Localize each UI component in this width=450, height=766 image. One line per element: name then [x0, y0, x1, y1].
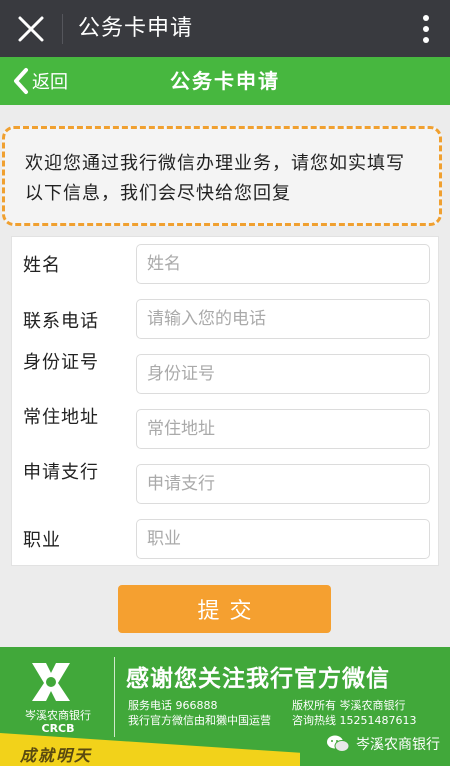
hotline-text: 咨询热线 15251487613	[292, 714, 417, 727]
window-title: 公务卡申请	[78, 16, 194, 41]
back-label: 返回	[32, 72, 68, 93]
address-input[interactable]	[136, 409, 430, 449]
copyright-text: 版权所有 岑溪农商银行	[292, 699, 406, 712]
close-icon[interactable]	[14, 12, 48, 46]
id-number-label: 身份证号	[23, 352, 99, 373]
banner-motto: 成就明天	[20, 746, 93, 765]
wechat-top-bar: 公务卡申请	[0, 0, 450, 57]
branch-label: 申请支行	[23, 462, 99, 483]
phone-input[interactable]	[136, 299, 430, 339]
top-bar-divider	[62, 14, 63, 44]
banner-divider	[114, 657, 115, 737]
operator-text: 我行官方微信由和獭中国运营	[128, 714, 271, 727]
occupation-input[interactable]	[136, 519, 430, 559]
back-button[interactable]: 返回	[12, 65, 68, 97]
phone-label: 联系电话	[23, 311, 99, 332]
name-label: 姓名	[23, 255, 61, 276]
logo-bank-name: 岑溪农商银行	[25, 709, 91, 722]
submit-button[interactable]: 提交	[118, 585, 331, 633]
bank-logo-icon	[32, 663, 70, 701]
logo-abbreviation: CRCB	[41, 722, 75, 735]
page-header: 公务卡申请 返回	[0, 57, 450, 105]
wechat-watermark: 岑溪农商银行	[326, 734, 440, 754]
wechat-account-name: 岑溪农商银行	[356, 737, 440, 753]
address-label: 常住地址	[23, 407, 99, 428]
application-form: 姓名 联系电话 身份证号 常住地址 申请支行 职业	[11, 236, 439, 566]
banner-slogan: 感谢您关注我行官方微信	[126, 666, 390, 692]
notice-line-2: 以下信息，我们会尽快给您回复	[25, 183, 291, 204]
more-vertical-icon[interactable]	[420, 12, 432, 46]
branch-input[interactable]	[136, 464, 430, 504]
service-phone: 服务电话 966888	[128, 699, 218, 712]
chevron-left-icon	[14, 68, 28, 94]
welcome-notice: 欢迎您通过我行微信办理业务，请您如实填写 以下信息，我们会尽快给您回复	[2, 126, 442, 226]
id-number-input[interactable]	[136, 354, 430, 394]
wechat-icon	[327, 735, 350, 752]
name-input[interactable]	[136, 244, 430, 284]
occupation-label: 职业	[23, 530, 61, 551]
promo-banner: 岑溪农商银行 CRCB 感谢您关注我行官方微信 服务电话 966888 我行官方…	[0, 647, 450, 766]
notice-line-1: 欢迎您通过我行微信办理业务，请您如实填写	[25, 153, 405, 174]
